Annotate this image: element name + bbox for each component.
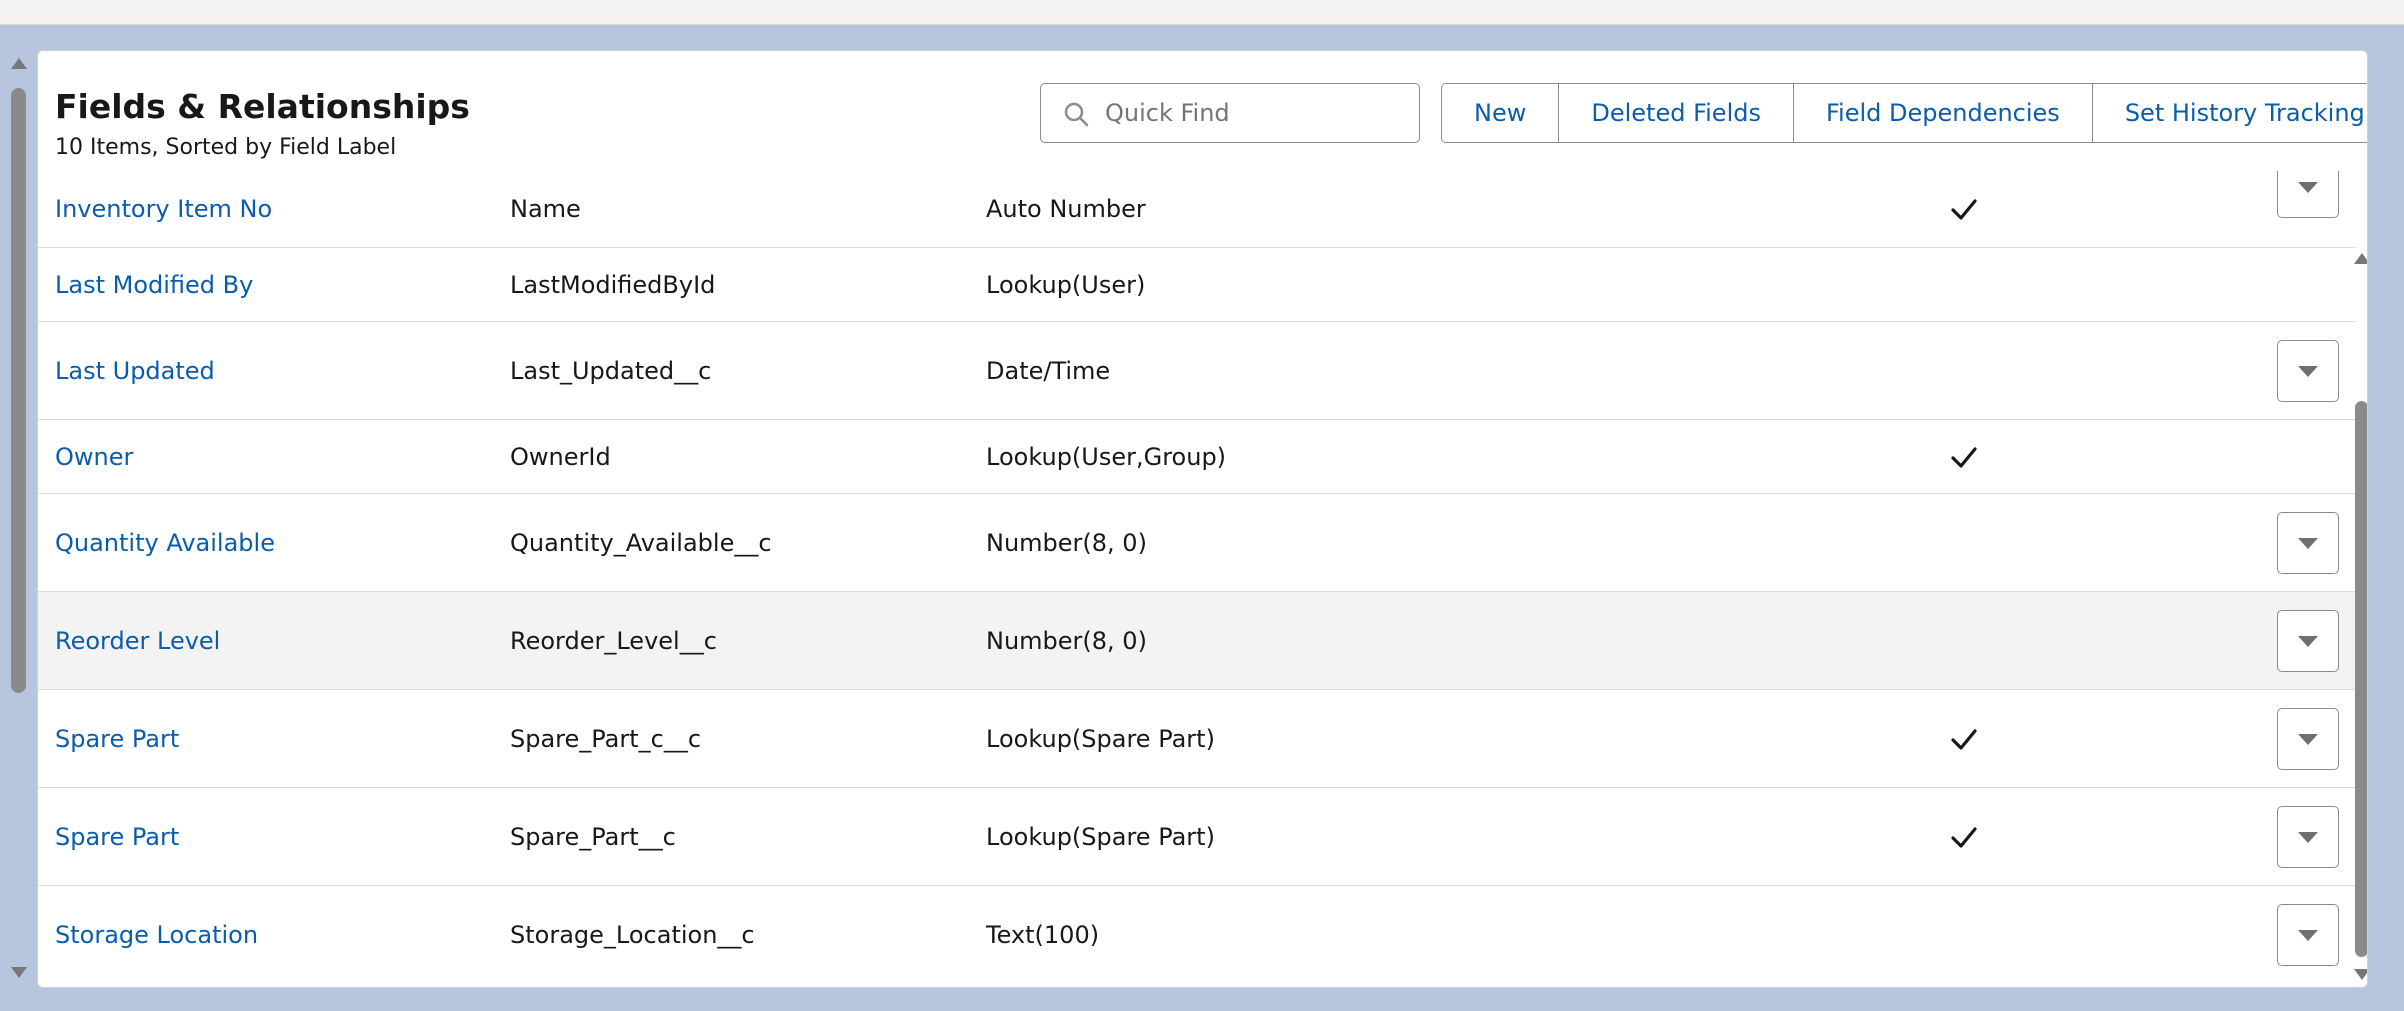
table-row: Last Modified By LastModifiedById Lookup… <box>38 248 2356 322</box>
table-row: Spare Part Spare_Part__c Lookup(Spare Pa… <box>38 788 2356 886</box>
items-count: 10 Items, Sorted by Field Label <box>55 135 397 160</box>
check-icon <box>1951 199 1977 220</box>
table-row: Reorder Level Reorder_Level__c Number(8,… <box>38 592 2356 690</box>
field-api-name: Reorder_Level__c <box>510 626 717 655</box>
table-row: Quantity Available Quantity_Available__c… <box>38 494 2356 592</box>
row-actions-button[interactable] <box>2277 805 2339 868</box>
chevron-down-icon <box>2298 182 2318 193</box>
panel-header: Fields & Relationships 10 Items, Sorted … <box>38 51 2367 171</box>
field-api-name: OwnerId <box>510 442 611 471</box>
field-api-name: Last_Updated__c <box>510 356 712 385</box>
check-icon <box>1951 728 1977 750</box>
scroll-down-arrow-icon[interactable] <box>2354 969 2367 980</box>
field-label-link[interactable]: Owner <box>55 443 133 471</box>
row-actions-button[interactable] <box>2277 171 2339 218</box>
chevron-down-icon <box>2298 537 2318 549</box>
set-history-tracking-button[interactable]: Set History Tracking <box>2092 84 2367 142</box>
scroll-down-arrow-icon[interactable] <box>11 967 27 978</box>
search-icon <box>1064 102 1089 127</box>
table-scrollbar[interactable] <box>2354 171 2367 987</box>
field-data-type: Text(100) <box>986 921 1100 949</box>
field-label-link[interactable]: Spare Part <box>55 725 179 753</box>
quick-find-input[interactable] <box>1103 92 1407 134</box>
field-api-name: Name <box>510 195 581 223</box>
table-row: Last Updated Last_Updated__c Date/Time <box>38 322 2356 420</box>
field-data-type: Lookup(User) <box>986 270 1146 299</box>
field-data-type: Number(8, 0) <box>986 626 1147 655</box>
field-dependencies-button[interactable]: Field Dependencies <box>1793 84 2093 142</box>
check-icon <box>1951 826 1977 848</box>
scrollbar-thumb[interactable] <box>2355 401 2367 957</box>
field-label-link[interactable]: Spare Part <box>55 823 179 851</box>
table-row: Inventory Item No Name Auto Number <box>38 171 2356 248</box>
field-label-link[interactable]: Reorder Level <box>55 627 220 655</box>
field-api-name: LastModifiedById <box>510 270 716 299</box>
row-actions-button[interactable] <box>2277 904 2339 966</box>
fields-table: Inventory Item No Name Auto Number Last … <box>38 171 2367 987</box>
page-scrollbar[interactable] <box>0 50 36 986</box>
field-data-type: Date/Time <box>986 356 1111 385</box>
table-row: Spare Part Spare_Part_c__c Lookup(Spare … <box>38 690 2356 788</box>
chevron-down-icon <box>2298 635 2318 647</box>
row-actions-button[interactable] <box>2277 339 2339 402</box>
field-data-type: Lookup(Spare Part) <box>986 822 1215 851</box>
chevron-down-icon <box>2298 930 2318 941</box>
scrollbar-thumb[interactable] <box>11 88 26 693</box>
quick-find-search[interactable] <box>1040 83 1420 143</box>
field-api-name: Spare_Part__c <box>510 822 676 851</box>
field-api-name: Quantity_Available__c <box>510 528 772 557</box>
check-icon <box>1951 446 1977 468</box>
row-actions-button[interactable] <box>2277 511 2339 574</box>
new-button[interactable]: New <box>1442 84 1560 142</box>
field-label-link[interactable]: Last Updated <box>55 357 215 385</box>
field-api-name: Spare_Part_c__c <box>510 724 702 753</box>
field-label-link[interactable]: Quantity Available <box>55 529 275 557</box>
field-data-type: Lookup(Spare Part) <box>986 724 1215 753</box>
action-button-group: New Deleted Fields Field Dependencies Se… <box>1441 83 2367 143</box>
deleted-fields-button[interactable]: Deleted Fields <box>1559 84 1794 142</box>
field-label-link[interactable]: Storage Location <box>55 921 258 949</box>
field-api-name: Storage_Location__c <box>510 921 755 949</box>
field-data-type: Number(8, 0) <box>986 528 1147 557</box>
chevron-down-icon <box>2298 831 2318 843</box>
chevron-down-icon <box>2298 365 2318 377</box>
table-row: Owner OwnerId Lookup(User,Group) <box>38 420 2356 494</box>
scroll-up-arrow-icon[interactable] <box>2354 253 2367 264</box>
row-actions-button[interactable] <box>2277 707 2339 770</box>
page-title: Fields & Relationships <box>55 87 470 126</box>
table-row: Storage Location Storage_Location__c Tex… <box>38 886 2356 984</box>
field-data-type: Auto Number <box>986 195 1146 223</box>
fields-panel: Fields & Relationships 10 Items, Sorted … <box>37 50 2368 988</box>
top-strip <box>0 0 2404 25</box>
field-label-link[interactable]: Inventory Item No <box>55 195 272 223</box>
chevron-down-icon <box>2298 733 2318 745</box>
field-data-type: Lookup(User,Group) <box>986 442 1227 471</box>
scroll-up-arrow-icon[interactable] <box>11 58 27 69</box>
field-label-link[interactable]: Last Modified By <box>55 271 253 299</box>
row-actions-button[interactable] <box>2277 609 2339 672</box>
